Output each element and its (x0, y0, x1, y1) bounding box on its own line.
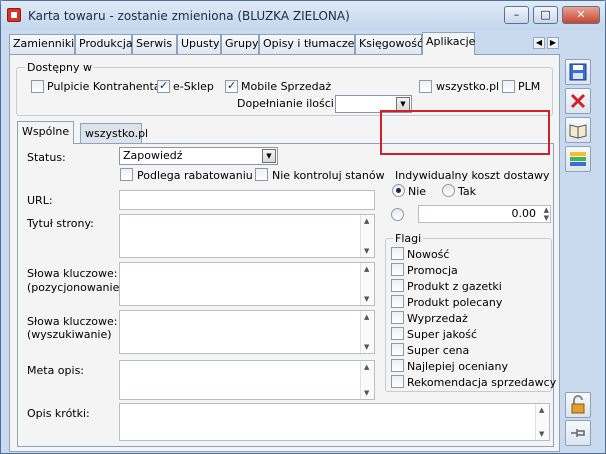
slowa-poz-label: Słowa kluczowe: (27, 267, 118, 280)
scrollbar[interactable]: ▲ ▼ (360, 263, 374, 305)
flag-checkbox[interactable] (391, 295, 404, 308)
flag-checkbox[interactable] (391, 279, 404, 292)
flag-label: Wyprzedaż (407, 312, 468, 325)
book-button[interactable] (565, 117, 591, 143)
flag-label: Najlepiej oceniany (407, 360, 509, 373)
flag-label: Super cena (407, 344, 470, 357)
opis-label: Opis krótki: (27, 407, 90, 420)
tab-produkcja[interactable]: Produkcja (75, 34, 133, 54)
tab-opisy[interactable]: Opisy i tłumaczenia (259, 34, 371, 54)
layers-icon (570, 152, 586, 166)
flagi-label: Flagi (393, 232, 424, 245)
tab-bar: Zamienniki Produkcja Serwis Upusty Grupy… (9, 32, 599, 55)
wszystko-checkbox[interactable] (419, 80, 432, 93)
flag-label: Super jakość (407, 328, 478, 341)
flag-checkbox[interactable] (391, 263, 404, 276)
lock-button[interactable] (565, 392, 591, 418)
opis-textarea[interactable]: ▲ ▼ (119, 403, 550, 441)
flag-label: Nowość (407, 248, 450, 261)
window-title: Karta towaru - zostanie zmieniona (BLUZK… (28, 9, 350, 23)
tytul-textarea[interactable]: ▲ ▼ (119, 214, 375, 258)
layers-button[interactable] (565, 146, 591, 172)
save-button[interactable] (565, 59, 591, 85)
podlega-checkbox[interactable] (120, 168, 133, 181)
meta-textarea[interactable]: ▲ ▼ (119, 360, 375, 400)
plm-label: PLM (518, 80, 541, 93)
mobile-checkbox[interactable] (225, 79, 238, 93)
koszt-tak-radio[interactable] (442, 184, 455, 197)
tab-grupy[interactable]: Grupy (221, 34, 259, 54)
title-bar: Karta towaru - zostanie zmieniona (BLUZK… (1, 1, 605, 30)
cancel-button[interactable] (565, 88, 591, 114)
tab-wspolne[interactable]: Wspólne (17, 121, 74, 144)
plm-checkbox[interactable] (502, 80, 515, 93)
esklep-label: e-Sklep (173, 80, 214, 93)
tab-serwis[interactable]: Serwis (132, 34, 177, 54)
nie-kontroluj-checkbox[interactable] (255, 168, 268, 181)
flag-checkbox[interactable] (391, 343, 404, 356)
close-x-icon (570, 93, 586, 109)
pulpit-checkbox[interactable] (31, 80, 44, 93)
meta-label: Meta opis: (27, 364, 85, 377)
tab-scroll-left-icon[interactable]: ◀ (533, 37, 545, 49)
url-input[interactable] (119, 190, 375, 210)
tab-ksiegowosc[interactable]: Księgowość (355, 34, 423, 54)
status-label: Status: (27, 151, 66, 164)
scrollbar[interactable]: ▲ ▼ (360, 215, 374, 257)
flag-checkbox[interactable] (391, 375, 404, 388)
slowa-wysz-label: Słowa kluczowe: (27, 315, 118, 328)
podlega-label: Podlega rabatowaniu (137, 169, 253, 182)
flag-checkbox[interactable] (391, 311, 404, 324)
koszt-highlight-box (380, 110, 550, 155)
close-button[interactable]: ✕ (562, 6, 600, 24)
flag-label: Produkt z gazetki (407, 280, 502, 293)
tab-aplikacje[interactable]: Aplikacje (422, 32, 475, 55)
tab-zamienniki[interactable]: Zamienniki (9, 34, 75, 54)
koszt-nie-radio[interactable] (392, 184, 405, 197)
floppy-disk-icon (569, 63, 587, 81)
app-icon (7, 8, 21, 22)
flag-label: Rekomendacja sprzedawcy (407, 376, 557, 389)
koszt-amount-radio[interactable] (391, 208, 404, 221)
status-value: Zapowiedź (123, 149, 183, 162)
scrollbar[interactable]: ▲ ▼ (360, 361, 374, 399)
status-select[interactable]: Zapowiedź ▼ (119, 147, 278, 165)
flag-label: Produkt polecany (407, 296, 503, 309)
tytul-label: Tytuł strony: (27, 217, 94, 230)
maximize-button[interactable]: □ (533, 6, 558, 24)
scrollbar[interactable]: ▲ ▼ (535, 404, 549, 440)
pin-button[interactable] (565, 420, 591, 446)
slowa-poz-sublabel: (pozycjonowanie) (27, 281, 124, 294)
url-label: URL: (27, 194, 53, 207)
koszt-nie-label: Nie (408, 185, 427, 198)
koszt-tak-label: Tak (458, 185, 477, 198)
tab-scroll-right-icon[interactable]: ▶ (547, 37, 559, 49)
flag-label: Promocja (407, 264, 458, 277)
minimize-button[interactable]: – (504, 6, 529, 24)
koszt-label: Indywidualny koszt dostawy (395, 169, 550, 182)
scrollbar[interactable]: ▲ ▼ (360, 311, 374, 353)
esklep-checkbox[interactable] (157, 79, 170, 93)
spin-arrows-icon[interactable]: ▲ ▼ (544, 206, 549, 222)
book-icon (569, 124, 587, 139)
pin-icon (571, 429, 585, 437)
dropdown-arrow-icon[interactable]: ▼ (396, 97, 410, 111)
flag-checkbox[interactable] (391, 327, 404, 340)
pulpit-label: Pulpicie Kontrahenta (47, 80, 161, 93)
dropdown-arrow-icon[interactable]: ▼ (262, 149, 276, 163)
koszt-amount-input[interactable]: 0.00 ▲ ▼ (418, 205, 551, 223)
dostepny-label: Dostępny w (25, 61, 94, 74)
tab-upusty[interactable]: Upusty (177, 34, 221, 54)
nie-kontroluj-label: Nie kontroluj stanów (272, 169, 385, 182)
wszystko-label: wszystko.pl (436, 80, 500, 93)
slowa-wysz-textarea[interactable]: ▲ ▼ (119, 310, 375, 354)
window: Karta towaru - zostanie zmieniona (BLUZK… (0, 0, 606, 454)
tab-wszystko-pl[interactable]: wszystko.pl (80, 123, 148, 143)
flag-checkbox[interactable] (391, 247, 404, 260)
slowa-wysz-sublabel: (wyszukiwanie) (27, 328, 112, 341)
mobile-label: Mobile Sprzedaż (241, 80, 332, 93)
slowa-poz-textarea[interactable]: ▲ ▼ (119, 262, 375, 306)
flag-checkbox[interactable] (391, 359, 404, 372)
lock-icon (571, 395, 585, 414)
